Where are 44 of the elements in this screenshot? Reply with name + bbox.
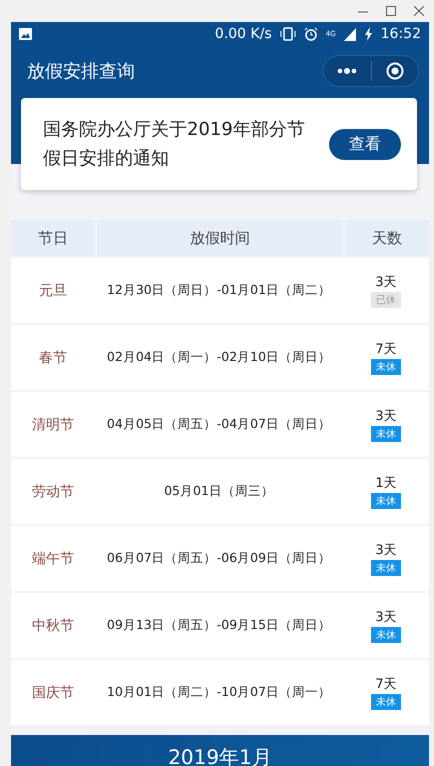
column-header: 天数: [343, 220, 429, 256]
holiday-period: 06月07日（周五）-06月09日（周日）: [106, 549, 332, 567]
clock-time: 16:52: [380, 26, 421, 42]
day-count: 7天: [375, 676, 397, 693]
holiday-period: 09月13日（周五）-09月15日（周日）: [106, 616, 332, 634]
day-count: 3天: [375, 609, 397, 626]
status-tag: 未休: [371, 493, 401, 509]
holiday-name: 中秋节: [31, 616, 75, 636]
alarm-icon: [304, 27, 318, 41]
holiday-name: 元旦: [38, 282, 68, 300]
holiday-name: 劳动节: [31, 482, 75, 502]
holiday-name: 端午节: [31, 550, 75, 568]
day-count: 7天: [375, 341, 397, 358]
holiday-name: 清明节: [31, 416, 75, 434]
status-tag: 未休: [371, 627, 401, 643]
close-icon[interactable]: [414, 6, 424, 16]
charging-icon: [364, 27, 373, 41]
network-speed: 0.00 K/s: [214, 26, 272, 42]
maximize-icon[interactable]: [386, 6, 396, 16]
status-tag: 未休: [371, 426, 401, 442]
column-header: 放假时间: [95, 220, 343, 256]
holiday-period: 04月05日（周五）-04月07日（周日）: [106, 415, 332, 433]
holiday-period: 05月01日（周三）: [163, 482, 275, 500]
more-icon[interactable]: [337, 68, 358, 74]
status-tag: 未休: [371, 694, 401, 710]
column-header: 节日: [11, 220, 95, 256]
image-icon: [19, 28, 32, 40]
status-tag: 未休: [371, 359, 401, 375]
signal-icon: [344, 28, 356, 40]
status-tag: 已休: [371, 292, 401, 308]
status-tag: 未休: [371, 560, 401, 576]
page-title: 放假安排查询: [27, 60, 136, 83]
holiday-period: 10月01日（周二）-10月07日（周一）: [106, 683, 332, 701]
holiday-name: 国庆节: [31, 684, 75, 702]
vibrate-icon: [280, 27, 296, 41]
view-button[interactable]: 查看: [329, 128, 401, 160]
holiday-period: 02月04日（周一）-02月10日（周日）: [106, 348, 332, 366]
day-count: 3天: [375, 274, 397, 291]
holiday-period: 12月30日（周日）-01月01日（周二）: [106, 281, 332, 299]
holiday-name: 春节: [38, 348, 68, 368]
notice-text: 国务院办公厅关于2019年部分节假日安排的通知: [43, 118, 306, 171]
day-count: 3天: [375, 542, 397, 559]
day-count: 3天: [375, 408, 397, 425]
day-count: 1天: [375, 475, 397, 492]
